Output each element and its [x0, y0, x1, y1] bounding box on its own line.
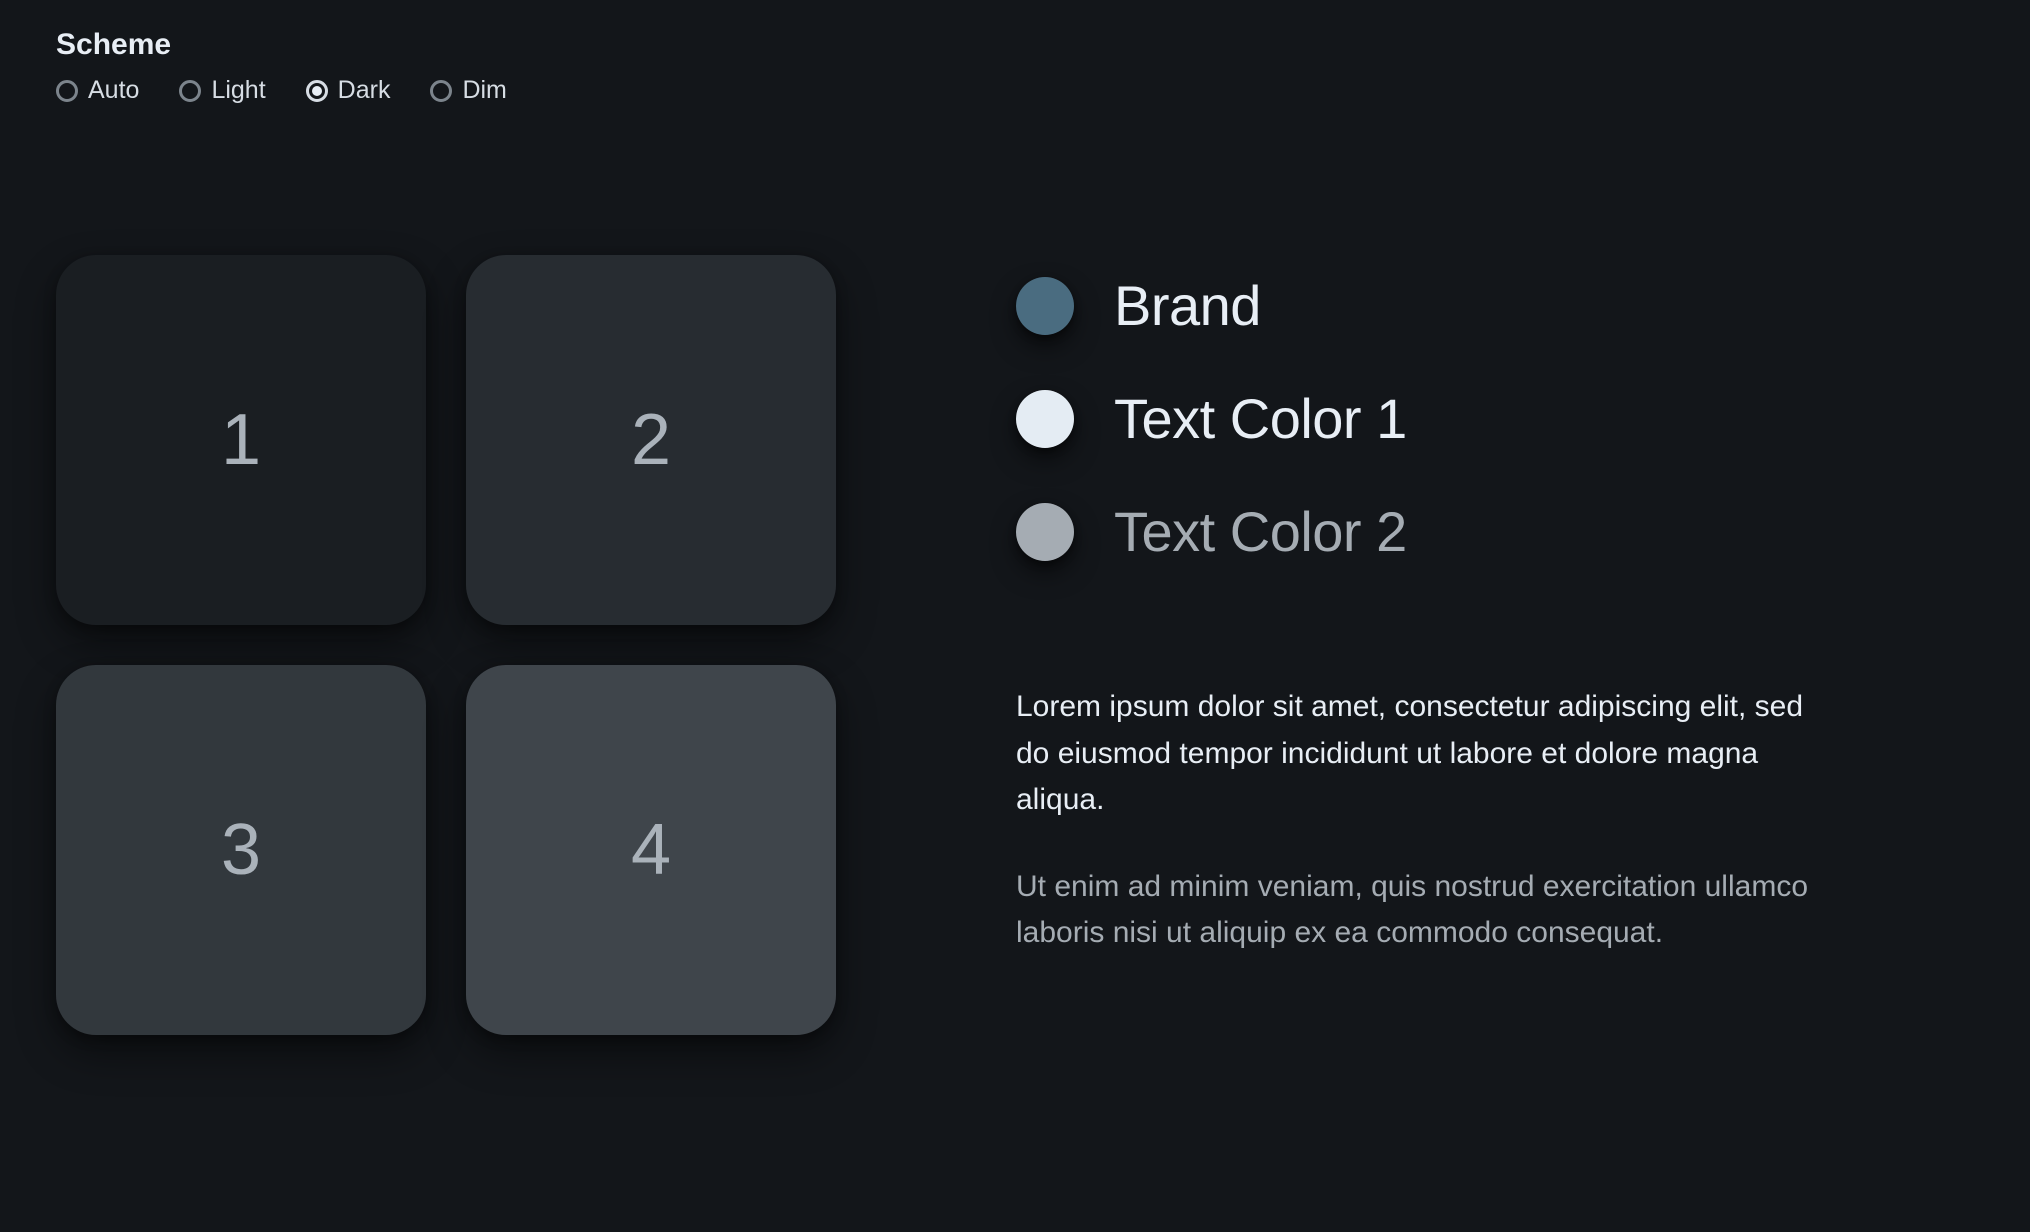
- paragraph-primary: Lorem ipsum dolor sit amet, consectetur …: [1016, 684, 1836, 824]
- paragraph-secondary: Ut enim ad minim veniam, quis nostrud ex…: [1016, 864, 1836, 957]
- tile-label: 4: [631, 809, 671, 891]
- radio-icon: [56, 80, 78, 102]
- tile-label: 3: [221, 809, 261, 891]
- scheme-option-label: Light: [211, 76, 265, 105]
- radio-dot-icon: [312, 86, 322, 96]
- swatch-text-color-2: [1016, 503, 1074, 561]
- tile-label: 1: [221, 399, 261, 481]
- scheme-title: Scheme: [56, 28, 1974, 62]
- scheme-option-label: Auto: [88, 76, 139, 105]
- surface-tile-2: 2: [466, 255, 836, 625]
- scheme-option-dim[interactable]: Dim: [430, 76, 506, 105]
- scheme-option-label: Dark: [338, 76, 391, 105]
- scheme-option-dark[interactable]: Dark: [306, 76, 391, 105]
- sample-paragraphs: Lorem ipsum dolor sit amet, consectetur …: [1016, 684, 1974, 957]
- scheme-option-light[interactable]: Light: [179, 76, 265, 105]
- scheme-option-auto[interactable]: Auto: [56, 76, 139, 105]
- scheme-option-label: Dim: [462, 76, 506, 105]
- swatch-label: Brand: [1114, 273, 1261, 338]
- swatch-brand: [1016, 277, 1074, 335]
- swatch-label: Text Color 2: [1114, 499, 1407, 564]
- scheme-radio-row: Auto Light Dark Dim: [56, 76, 1974, 105]
- surface-tile-4: 4: [466, 665, 836, 1035]
- swatch-text-color-1: [1016, 390, 1074, 448]
- swatch-row-text1: Text Color 1: [1016, 386, 1974, 451]
- main-content: 1 2 3 4 Brand Text Color 1 Text Color 2 …: [56, 255, 1974, 1035]
- color-legend-panel: Brand Text Color 1 Text Color 2 Lorem ip…: [1016, 255, 1974, 997]
- surface-tile-1: 1: [56, 255, 426, 625]
- swatch-label: Text Color 1: [1114, 386, 1407, 451]
- swatch-row-text2: Text Color 2: [1016, 499, 1974, 564]
- scheme-section: Scheme Auto Light Dark Dim: [56, 28, 1974, 105]
- radio-icon-selected: [306, 80, 328, 102]
- radio-icon: [179, 80, 201, 102]
- surface-tile-3: 3: [56, 665, 426, 1035]
- swatch-row-brand: Brand: [1016, 273, 1974, 338]
- radio-icon: [430, 80, 452, 102]
- tile-label: 2: [631, 399, 671, 481]
- surface-tiles-grid: 1 2 3 4: [56, 255, 836, 1035]
